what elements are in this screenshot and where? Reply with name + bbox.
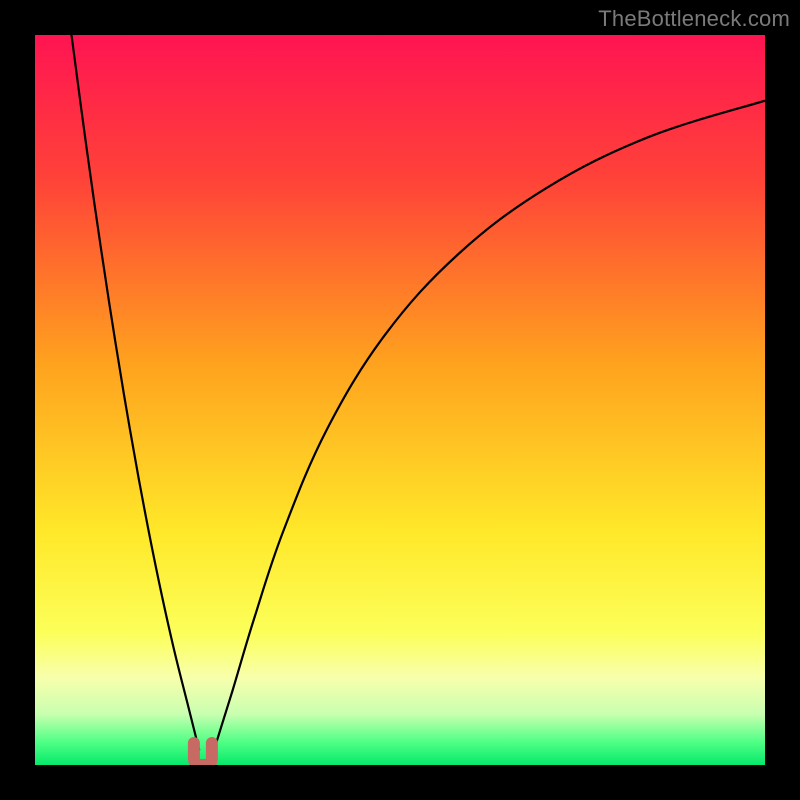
curve-right-branch [214, 101, 765, 751]
chart-frame: TheBottleneck.com [0, 0, 800, 800]
curve-left-branch [72, 35, 200, 750]
watermark-text: TheBottleneck.com [598, 6, 790, 32]
plot-area [35, 35, 765, 765]
bottleneck-curves [35, 35, 765, 765]
